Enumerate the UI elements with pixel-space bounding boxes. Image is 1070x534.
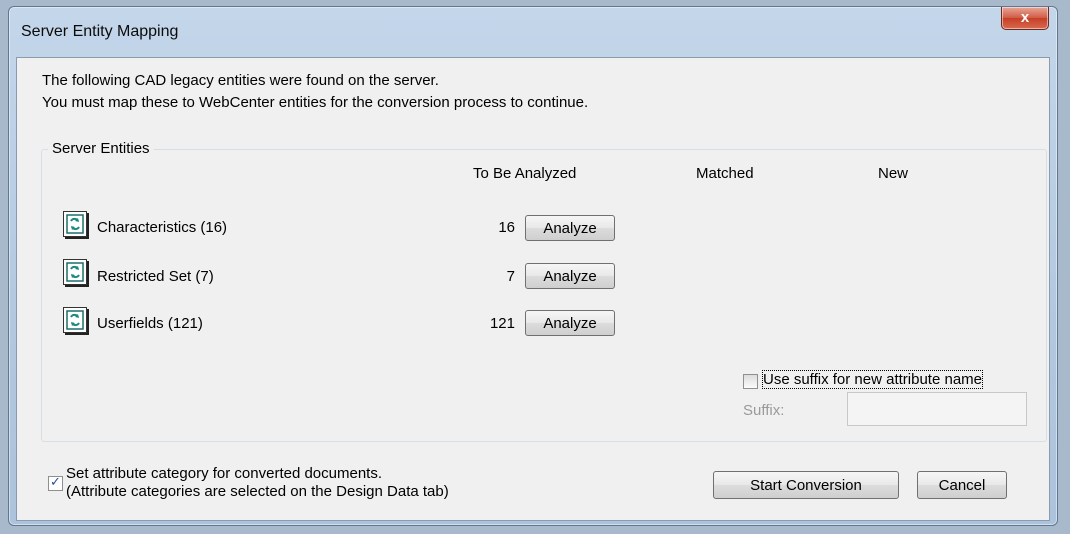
close-button[interactable]: x bbox=[1001, 7, 1049, 30]
analyze-userfields-button[interactable]: Analyze bbox=[525, 310, 615, 336]
row-count-characteristics: 16 bbox=[498, 219, 515, 236]
set-category-line-2: (Attribute categories are selected on th… bbox=[66, 483, 449, 500]
start-conversion-button[interactable]: Start Conversion bbox=[713, 471, 899, 499]
use-suffix-label[interactable]: Use suffix for new attribute name bbox=[762, 370, 983, 389]
intro-line-1: The following CAD legacy entities were f… bbox=[42, 72, 439, 89]
analyze-restricted-set-button[interactable]: Analyze bbox=[525, 263, 615, 289]
set-category-label[interactable]: Set attribute category for converted doc… bbox=[66, 465, 449, 501]
suffix-label: Suffix: bbox=[743, 402, 785, 419]
set-category-line-1: Set attribute category for converted doc… bbox=[66, 465, 383, 482]
row-label-characteristics: Characteristics (16) bbox=[97, 219, 228, 236]
close-icon: x bbox=[1020, 9, 1030, 26]
set-category-checkbox[interactable]: ✓ bbox=[48, 474, 63, 491]
column-header-new: New bbox=[878, 165, 909, 182]
analyze-characteristics-button[interactable]: Analyze bbox=[525, 215, 615, 241]
intro-line-2: You must map these to WebCenter entities… bbox=[42, 94, 589, 111]
sync-icon[interactable] bbox=[63, 307, 87, 333]
server-entities-legend: Server Entities bbox=[48, 140, 154, 157]
checkmark-icon: ✓ bbox=[50, 474, 61, 489]
row-label-restricted-set: Restricted Set (7) bbox=[97, 268, 214, 285]
row-label-userfields: Userfields (121) bbox=[97, 315, 203, 332]
sync-icon[interactable] bbox=[63, 259, 87, 285]
cancel-button[interactable]: Cancel bbox=[917, 471, 1007, 499]
window-title: Server Entity Mapping bbox=[21, 23, 179, 40]
row-count-userfields: 121 bbox=[489, 315, 515, 332]
use-suffix-checkbox[interactable] bbox=[743, 374, 758, 389]
sync-icon[interactable] bbox=[63, 211, 87, 237]
row-count-restricted-set: 7 bbox=[506, 268, 515, 285]
column-header-to-be-analyzed: To Be Analyzed bbox=[473, 165, 577, 182]
column-header-matched: Matched bbox=[696, 165, 754, 182]
intro-text: The following CAD legacy entities were f… bbox=[42, 70, 588, 114]
suffix-input[interactable] bbox=[847, 392, 1027, 426]
dialog-client-area: The following CAD legacy entities were f… bbox=[16, 57, 1050, 521]
dialog-window: Server Entity Mapping x The following CA… bbox=[8, 6, 1058, 526]
